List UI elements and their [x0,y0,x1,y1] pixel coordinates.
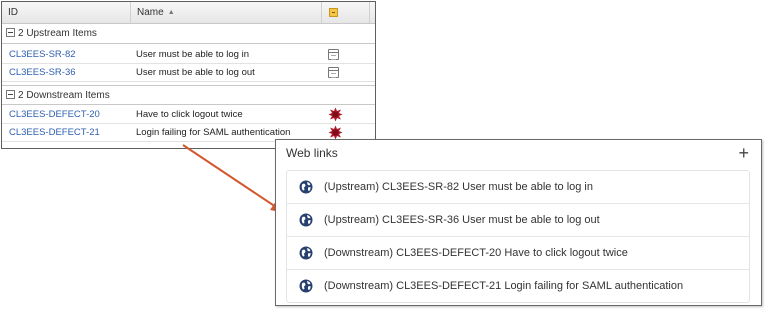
globe-icon [299,279,313,293]
add-web-link-button[interactable]: + [738,141,749,165]
web-links-list: (Upstream) CL3EES-SR-82 User must be abl… [286,170,750,303]
globe-icon [299,246,313,260]
globe-icon [299,180,313,194]
web-link-item[interactable]: (Upstream) CL3EES-SR-82 User must be abl… [287,171,749,204]
web-link-item[interactable]: (Downstream) CL3EES-DEFECT-20 Have to cl… [287,237,749,270]
web-link-label: (Upstream) CL3EES-SR-36 User must be abl… [324,214,600,226]
web-link-item[interactable]: (Downstream) CL3EES-DEFECT-21 Login fail… [287,270,749,302]
web-links-title: Web links [286,146,338,160]
web-links-panel: Web links + (Upstream) CL3EES-SR-82 User… [275,139,762,306]
web-link-label: (Downstream) CL3EES-DEFECT-21 Login fail… [324,280,684,292]
globe-icon [299,213,313,227]
web-link-label: (Upstream) CL3EES-SR-82 User must be abl… [324,181,593,193]
web-link-item[interactable]: (Upstream) CL3EES-SR-36 User must be abl… [287,204,749,237]
web-link-label: (Downstream) CL3EES-DEFECT-20 Have to cl… [324,247,628,259]
